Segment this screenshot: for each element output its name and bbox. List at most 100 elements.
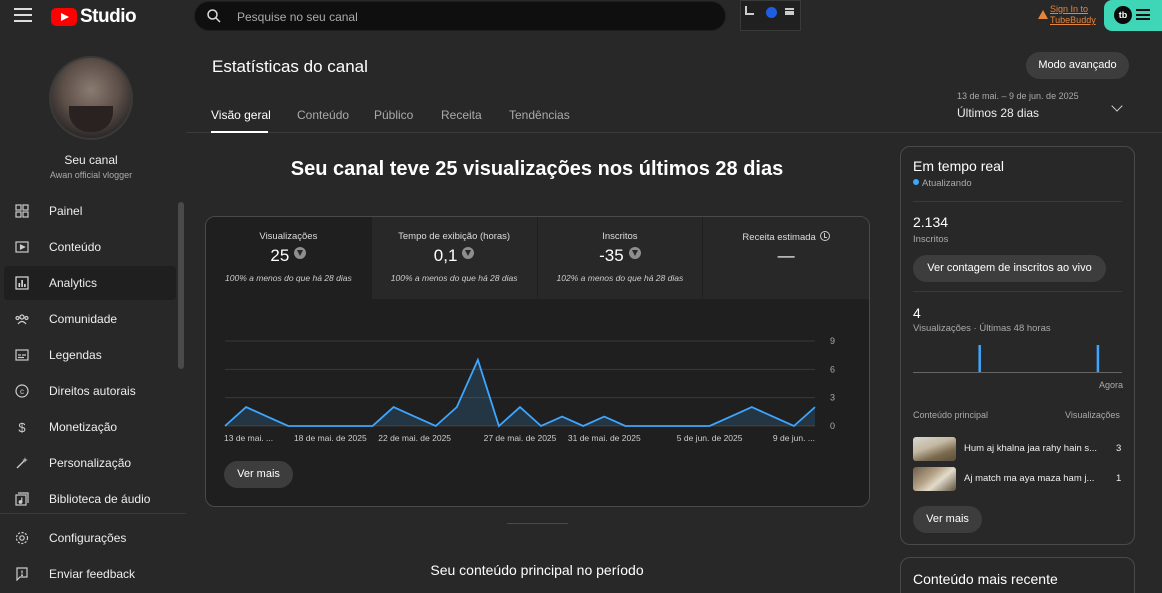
sidebar-item-enviar-feedback[interactable]: Enviar feedback	[4, 557, 176, 591]
analytics-header: Estatísticas do canal Modo avançado Visã…	[186, 32, 1162, 133]
settings-icon	[15, 531, 29, 545]
metric-watch-time[interactable]: Tempo de exibição (horas) 0,1 100% a men…	[371, 217, 538, 299]
live-dot-icon	[913, 179, 919, 185]
chart-icon[interactable]	[745, 6, 754, 15]
metric-views[interactable]: Visualizações 25 100% a menos do que há …	[206, 217, 372, 299]
realtime-views-value: 4	[913, 305, 921, 321]
x-tick-label: 13 de mai. ...	[224, 433, 273, 443]
sidebar-item-monetizacao[interactable]: $ Monetização	[4, 410, 176, 444]
realtime-status-text: Atualizando	[922, 178, 972, 189]
views-chart[interactable]: 0 3 6 9 13 de mai. ... 18 de mai. de 2025 22 d…	[206, 299, 869, 449]
top-bar: Studio Sign In to TubeBuddy tb	[0, 0, 1162, 32]
realtime-views-label: Visualizações · Últimas 48 horas	[913, 323, 1051, 334]
x-tick-label: 9 de jun. ...	[773, 433, 815, 443]
chevron-down-icon[interactable]	[1111, 100, 1123, 112]
copyright-icon: c	[15, 384, 29, 398]
subscribers-value: 2.134	[913, 214, 949, 230]
metric-revenue[interactable]: Receita estimada —	[703, 217, 869, 299]
tab-conteudo[interactable]: Conteúdo	[297, 108, 349, 122]
sidebar-item-label: Direitos autorais	[49, 384, 136, 398]
audio-library-icon	[15, 492, 29, 506]
live-subscriber-count-button[interactable]: Ver contagem de inscritos ao vivo	[913, 255, 1106, 282]
svg-text:c: c	[20, 387, 24, 396]
tab-visao-geral[interactable]: Visão geral	[211, 108, 271, 122]
tubebuddy-sign-in-link[interactable]: Sign In to TubeBuddy	[1038, 4, 1102, 26]
y-tick-label: 6	[830, 364, 835, 374]
metric-note: 100% a menos do que há 28 dias	[225, 273, 352, 283]
hamburger-menu-icon[interactable]	[14, 8, 32, 22]
sidebar-item-painel[interactable]: Painel	[4, 194, 176, 228]
sidebar-item-direitos-autorais[interactable]: c Direitos autorais	[4, 374, 176, 408]
metric-value: —	[777, 246, 795, 265]
sidebar-item-legendas[interactable]: Legendas	[4, 338, 176, 372]
tab-receita[interactable]: Receita	[441, 108, 482, 122]
tab-tendencias[interactable]: Tendências	[509, 108, 570, 122]
video-row[interactable]: Aj match ma aya maza ham j... 1	[913, 467, 1123, 491]
community-icon	[15, 314, 29, 325]
metric-label: Inscritos	[602, 231, 638, 242]
youtube-logo-icon	[51, 8, 77, 26]
date-range-dates: 13 de mai. – 9 de jun. de 2025	[957, 91, 1079, 101]
x-tick-label: 31 de mai. de 2025	[568, 433, 641, 443]
page-title: Estatísticas do canal	[212, 57, 368, 76]
top-content-header: Conteúdo principal	[913, 410, 989, 420]
divider	[0, 513, 186, 514]
tab-publico[interactable]: Público	[374, 108, 413, 122]
metric-tabs: Visualizações 25 100% a menos do que há …	[206, 217, 869, 299]
metric-note: 102% a menos do que há 28 dias	[556, 273, 684, 283]
sidebar-item-analytics[interactable]: Analytics	[4, 266, 176, 300]
arrow-down-icon	[294, 247, 307, 259]
sidebar-item-comunidade[interactable]: Comunidade	[4, 302, 176, 336]
metric-label-row: Receita estimada	[703, 231, 869, 243]
advanced-mode-button[interactable]: Modo avançado	[1026, 52, 1129, 79]
tubebuddy-logo-icon: tb	[1114, 6, 1132, 24]
metric-value-row: 25	[206, 246, 371, 266]
metric-label: Tempo de exibição (horas)	[398, 231, 511, 242]
sidebar-item-conteudo[interactable]: Conteúdo	[4, 230, 176, 264]
sidebar-item-biblioteca-de-audio[interactable]: Biblioteca de áudio	[4, 482, 176, 516]
sidebar-item-label: Monetização	[49, 420, 118, 434]
arrow-down-icon	[628, 247, 641, 259]
date-range-picker[interactable]: 13 de mai. – 9 de jun. de 2025 Últimos 2…	[957, 91, 1079, 120]
channel-avatar[interactable]	[49, 56, 133, 140]
sidebar-item-label: Configurações	[49, 531, 127, 545]
search-box[interactable]	[194, 1, 726, 31]
x-tick-label: 5 de jun. de 2025	[677, 433, 743, 443]
menu-icon[interactable]	[785, 8, 794, 15]
customization-icon	[16, 457, 28, 469]
info-icon[interactable]	[819, 231, 830, 241]
sidebar-scrollbar[interactable]	[178, 202, 184, 502]
sidebar-item-configuracoes[interactable]: Configurações	[4, 521, 176, 555]
scrollbar-thumb[interactable]	[178, 202, 184, 369]
video-title[interactable]: Aj match ma aya maza ham j...	[964, 473, 1099, 484]
sidebar: Seu canal Awan official vlogger Painel C…	[0, 37, 186, 593]
divider	[913, 291, 1122, 292]
realtime-bar-chart[interactable]	[913, 345, 1122, 373]
extension-icon[interactable]	[766, 7, 777, 18]
video-title[interactable]: Hum aj khalna jaa rahy hain s...	[964, 443, 1099, 454]
content-icon	[15, 241, 29, 253]
metric-value: -35	[599, 246, 624, 265]
metric-subscribers[interactable]: Inscritos -35 102% a menos do que há 28 …	[537, 217, 704, 299]
video-thumbnail[interactable]	[913, 467, 956, 491]
feedback-icon	[16, 567, 28, 581]
see-more-button[interactable]: Ver mais	[913, 506, 982, 533]
video-thumbnail[interactable]	[913, 437, 956, 461]
svg-text:$: $	[18, 420, 26, 434]
video-views: 1	[1116, 473, 1122, 484]
sidebar-item-personalizacao[interactable]: Personalização	[4, 446, 176, 480]
date-range-label: Últimos 28 dias	[957, 106, 1040, 120]
y-tick-label: 0	[830, 421, 835, 431]
tubebuddy-sign-in-text[interactable]: Sign In to TubeBuddy	[1050, 4, 1102, 26]
video-views: 3	[1116, 443, 1122, 454]
views-header: Visualizações	[1065, 410, 1120, 420]
search-icon[interactable]	[207, 9, 221, 23]
search-input[interactable]	[237, 8, 697, 26]
metric-note: 100% a menos do que há 28 dias	[390, 273, 518, 283]
studio-logo[interactable]: Studio	[51, 6, 137, 28]
see-more-button[interactable]: Ver mais	[224, 461, 293, 488]
metric-value-row: -35	[538, 246, 703, 266]
x-tick-label: 27 de mai. de 2025	[484, 433, 557, 443]
video-row[interactable]: Hum aj khalna jaa rahy hain s... 3	[913, 437, 1123, 461]
tubebuddy-button[interactable]: tb	[1104, 0, 1162, 31]
